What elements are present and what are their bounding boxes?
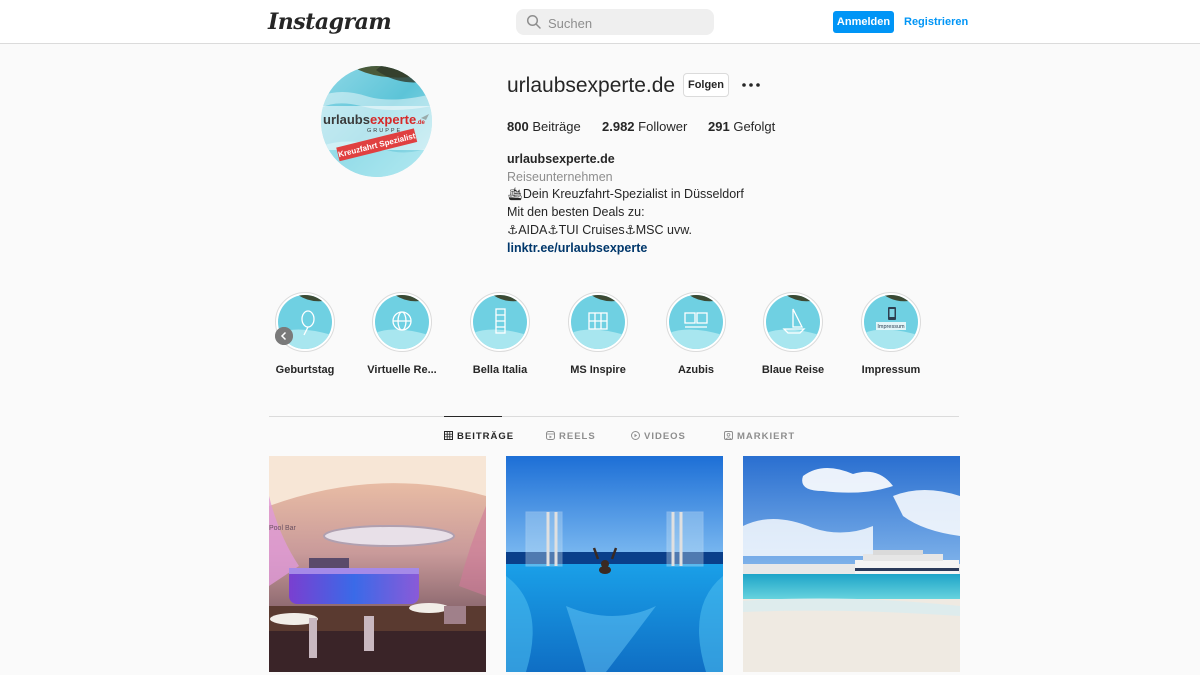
highlight-impressum[interactable]: Impressum Impressum [846,292,936,376]
post-bar-sign-text: Pool Bar [269,525,297,532]
tabs-divider [269,416,959,417]
stat-followers[interactable]: 2.982 Follower [602,119,687,134]
grid-icon [444,431,453,440]
highlight-cover [766,295,820,349]
highlight-virtuelle-reisen[interactable]: Virtuelle Re... [357,292,447,376]
highlight-ring [568,292,628,352]
highlight-bella-italia[interactable]: Bella Italia [455,292,545,376]
tab-posts[interactable]: BEITRÄGE [444,431,514,443]
tab-active-indicator [444,416,502,417]
stat-posts-label: Beiträge [532,119,581,134]
stat-followers-count: 2.982 [602,119,635,134]
follow-button[interactable]: Folgen [683,73,729,97]
bio-link[interactable]: linktr.ee/urlaubsexperte [507,240,887,258]
highlight-cover [375,295,429,349]
bio-name: urlaubsexperte.de [507,152,615,166]
highlight-ms-inspire[interactable]: MS Inspire [553,292,643,376]
avatar-brand-text: urlaubsexperte.de [323,112,426,127]
tab-videos-label: VIDEOS [644,431,686,442]
top-navigation-bar: Instagram Anmelden Registrieren [0,0,1200,44]
profile-username: urlaubsexperte.de [507,74,676,97]
highlight-cover [669,295,723,349]
highlight-cover [473,295,527,349]
highlight-label: Bella Italia [472,364,528,376]
highlight-label: Azubis [677,364,715,376]
highlight-ring [763,292,823,352]
tab-posts-label: BEITRÄGE [457,431,515,442]
search-icon [526,14,541,29]
post-thumbnail[interactable] [743,456,960,672]
highlight-label: MS Inspire [570,364,626,376]
highlight-geburtstag[interactable]: Geburtstag [260,292,350,376]
highlight-blaue-reise[interactable]: Blaue Reise [748,292,838,376]
register-link[interactable]: Registrieren [904,11,968,33]
post-image-cruise-beach [743,456,960,672]
stat-followers-label: Follower [638,119,688,134]
highlight-ring [666,292,726,352]
post-thumbnail[interactable]: Pool Bar [269,456,486,672]
impressum-badge-text: Impressum [877,324,905,330]
stat-posts: 800 Beiträge [507,119,581,134]
tag-icon [724,431,733,440]
highlight-label: Virtuelle Re... [367,364,437,376]
highlight-cover: Impressum [864,295,918,349]
tab-reels[interactable]: REELS [546,431,596,443]
highlight-ring [372,292,432,352]
search-box[interactable] [516,9,714,37]
highlight-label: Geburtstag [275,364,335,376]
bio-category: Reiseunternehmen [507,169,613,184]
stat-following-count: 291 [708,119,730,134]
highlight-label: Impressum [861,364,921,376]
profile-avatar[interactable]: urlaubsexperte.de GRUPPE Kreuzfahrt Spez… [321,66,432,177]
login-button[interactable]: Anmelden [833,11,894,33]
highlight-azubis[interactable]: Azubis [651,292,741,376]
tab-videos[interactable]: VIDEOS [631,431,686,443]
reels-icon [546,431,555,440]
highlight-ring [470,292,530,352]
post-image-bar-interior: Pool Bar [269,456,486,672]
tab-reels-label: REELS [559,431,596,442]
highlight-label: Blaue Reise [761,364,825,376]
highlight-ring: Impressum [861,292,921,352]
tab-tagged-label: MARKIERT [737,431,796,442]
stat-following[interactable]: 291 Gefolgt [708,119,775,134]
play-icon [631,431,640,440]
profile-bio: urlaubsexperte.de Reiseunternehmen 🛳Dein… [507,151,887,257]
phone-icon [888,307,896,320]
avatar-image: urlaubsexperte.de GRUPPE Kreuzfahrt Spez… [321,66,432,177]
stat-posts-count: 800 [507,119,529,134]
highlights-previous-button[interactable] [275,327,293,345]
instagram-logo[interactable]: Instagram [268,8,392,36]
bio-line-3: ⚓AIDA⚓TUI Cruises⚓MSC uvw. [507,222,693,237]
bio-line-2: Mit den besten Deals zu: [507,205,645,220]
post-image-infinity-pool [506,456,723,672]
search-input[interactable] [546,9,710,37]
stat-following-label: Gefolgt [733,119,776,134]
more-options-icon[interactable] [741,74,761,96]
highlight-cover [571,295,625,349]
post-thumbnail[interactable] [506,456,723,672]
tab-tagged[interactable]: MARKIERT [724,431,795,443]
bio-line-1: 🛳Dein Kreuzfahrt-Spezialist in Düsseldor… [507,187,744,202]
